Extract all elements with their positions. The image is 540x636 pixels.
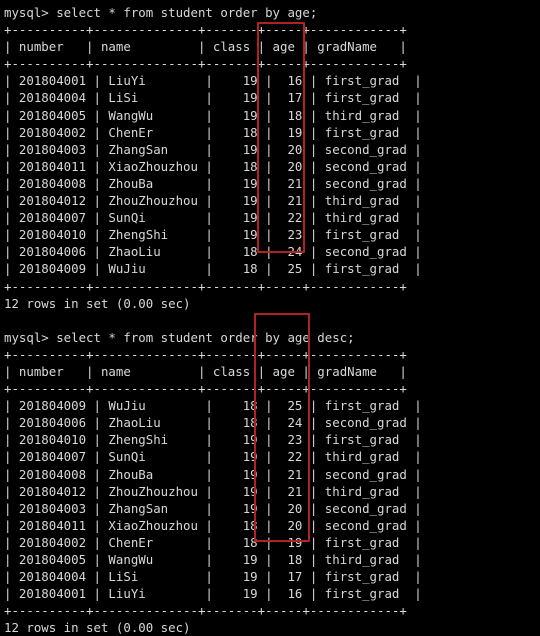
table-row: | 201804005 | WangWu | 19 | 18 | third_g… [4,552,422,567]
table-separator-bottom-2: +----------+--------------+-------+-----… [4,603,407,619]
table-separator-mid-1: +----------+--------------+-------+-----… [4,56,407,72]
table-row: | 201804010 | ZhengShi | 19 | 23 | first… [4,432,422,448]
table-header-1: | number | name | class | age | gradName… [4,39,407,55]
table-separator-bottom-1: +----------+--------------+-------+-----… [4,278,407,294]
table-separator-top-1: +----------+--------------+-------+-----… [4,22,407,38]
table-row: | 201804003 | ZhangSan | 19 | 20 | secon… [4,141,422,157]
table-row: | 201804011 | XiaoZhouzhou | 18 | 20 | s… [4,517,422,533]
table-row: | 201804006 | ZhaoLiu | 18 | 24 | second… [4,244,422,260]
table-row: | 201804009 | WuJiu | 18 | 25 | first_gr… [4,261,422,277]
table-row: | 201804001 | LiuYi | 19 | 16 | first_gr… [4,586,422,602]
status-line-2: 12 rows in set (0.00 sec) [4,620,191,636]
table-row: | 201804004 | LiSi | 19 | 17 | first_gra… [4,90,422,106]
table-row: | 201804007 | SunQi | 19 | 22 | third_gr… [4,449,422,465]
table-row: | 201804001 | LiuYi | 19 | 16 | first_gr… [4,73,422,89]
table-row: | 201804009 | WuJiu | 18 | 25 | first_gr… [4,398,422,414]
table-row: | 201804008 | ZhouBa | 19 | 21 | second_… [4,175,422,191]
table-row: | 201804012 | ZhouZhouzhou | 19 | 21 | t… [4,193,422,209]
terminal-output: mysql> select * from student order by ag… [0,4,540,636]
table-header-2: | number | name | class | age | gradName… [4,363,407,379]
table-separator-top-2: +----------+--------------+-------+-----… [4,346,407,362]
table-row: | 201804011 | XiaoZhouzhou | 18 | 20 | s… [4,158,422,174]
table-row: | 201804005 | WangWu | 19 | 18 | third_g… [4,107,422,123]
command-line-2: mysql> select * from student order by ag… [4,329,355,345]
status-line-1: 12 rows in set (0.00 sec) [4,295,191,311]
command-line-1: mysql> select * from student order by ag… [4,5,318,20]
table-separator-mid-2: +----------+--------------+-------+-----… [4,381,407,397]
table-row: | 201804006 | ZhaoLiu | 18 | 24 | second… [4,415,422,431]
table-row: | 201804010 | ZhengShi | 19 | 23 | first… [4,227,422,243]
terminal-window[interactable]: mysql> select * from student order by ag… [0,0,540,635]
table-row: | 201804012 | ZhouZhouzhou | 19 | 21 | t… [4,483,422,499]
table-row: | 201804008 | ZhouBa | 19 | 21 | second_… [4,466,422,482]
table-row: | 201804003 | ZhangSan | 19 | 20 | secon… [4,500,422,516]
table-row: | 201804007 | SunQi | 19 | 22 | third_gr… [4,210,422,226]
table-row: | 201804004 | LiSi | 19 | 17 | first_gra… [4,569,422,585]
table-row: | 201804002 | ChenEr | 18 | 19 | first_g… [4,124,422,140]
table-row: | 201804002 | ChenEr | 18 | 19 | first_g… [4,534,422,550]
